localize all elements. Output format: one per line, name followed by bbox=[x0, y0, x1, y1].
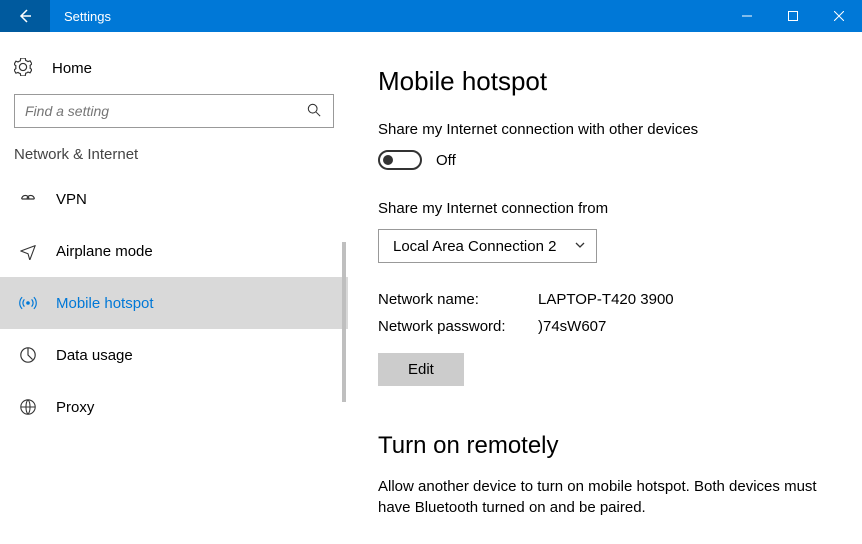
data-usage-icon bbox=[18, 346, 38, 364]
search-field[interactable] bbox=[25, 103, 307, 119]
gear-icon bbox=[14, 58, 34, 79]
home-link[interactable]: Home bbox=[0, 46, 348, 90]
remote-description: Allow another device to turn on mobile h… bbox=[378, 476, 836, 518]
sidebar-item-mobile-hotspot[interactable]: Mobile hotspot bbox=[0, 277, 348, 329]
sidebar-item-label: Mobile hotspot bbox=[56, 295, 154, 312]
sidebar-item-data-usage[interactable]: Data usage bbox=[0, 329, 348, 381]
minimize-icon bbox=[742, 11, 752, 21]
share-from-label: Share my Internet connection from bbox=[378, 200, 836, 217]
network-password-label: Network password: bbox=[378, 318, 538, 335]
sidebar-item-label: VPN bbox=[56, 191, 87, 208]
share-connection-label: Share my Internet connection with other … bbox=[378, 121, 836, 138]
home-label: Home bbox=[52, 60, 92, 77]
remote-heading: Turn on remotely bbox=[378, 432, 836, 460]
toggle-state-label: Off bbox=[436, 152, 456, 169]
toggle-knob bbox=[383, 155, 393, 165]
vpn-icon bbox=[18, 190, 38, 208]
airplane-icon bbox=[18, 242, 38, 260]
search-input[interactable] bbox=[14, 94, 334, 128]
category-header: Network & Internet bbox=[0, 140, 348, 173]
window-title: Settings bbox=[50, 9, 111, 24]
sidebar-item-label: Proxy bbox=[56, 399, 94, 416]
edit-button[interactable]: Edit bbox=[378, 353, 464, 386]
main-panel: Mobile hotspot Share my Internet connect… bbox=[348, 32, 862, 544]
maximize-button[interactable] bbox=[770, 0, 816, 32]
minimize-button[interactable] bbox=[724, 0, 770, 32]
sidebar-item-vpn[interactable]: VPN bbox=[0, 173, 348, 225]
network-password-value: )74sW607 bbox=[538, 318, 606, 335]
dropdown-selected-value: Local Area Connection 2 bbox=[393, 238, 556, 255]
sidebar-item-proxy[interactable]: Proxy bbox=[0, 381, 348, 433]
sidebar-item-label: Data usage bbox=[56, 347, 133, 364]
back-button[interactable] bbox=[0, 0, 50, 32]
page-title: Mobile hotspot bbox=[378, 66, 836, 97]
network-name-value: LAPTOP-T420 3900 bbox=[538, 291, 674, 308]
maximize-icon bbox=[788, 11, 798, 21]
search-icon bbox=[307, 103, 323, 120]
connection-dropdown[interactable]: Local Area Connection 2 bbox=[378, 229, 597, 263]
globe-icon bbox=[18, 398, 38, 416]
hotspot-icon bbox=[18, 294, 38, 312]
close-button[interactable] bbox=[816, 0, 862, 32]
sidebar-scrollbar-track[interactable] bbox=[338, 232, 348, 544]
sidebar-item-airplane-mode[interactable]: Airplane mode bbox=[0, 225, 348, 277]
sidebar: Home Network & Internet VPN Airplane bbox=[0, 32, 348, 544]
back-arrow-icon bbox=[17, 8, 33, 24]
network-name-label: Network name: bbox=[378, 291, 538, 308]
close-icon bbox=[834, 11, 844, 21]
chevron-down-icon bbox=[574, 238, 586, 255]
sidebar-scrollbar-thumb[interactable] bbox=[342, 242, 346, 402]
share-toggle[interactable] bbox=[378, 150, 422, 170]
sidebar-item-label: Airplane mode bbox=[56, 243, 153, 260]
